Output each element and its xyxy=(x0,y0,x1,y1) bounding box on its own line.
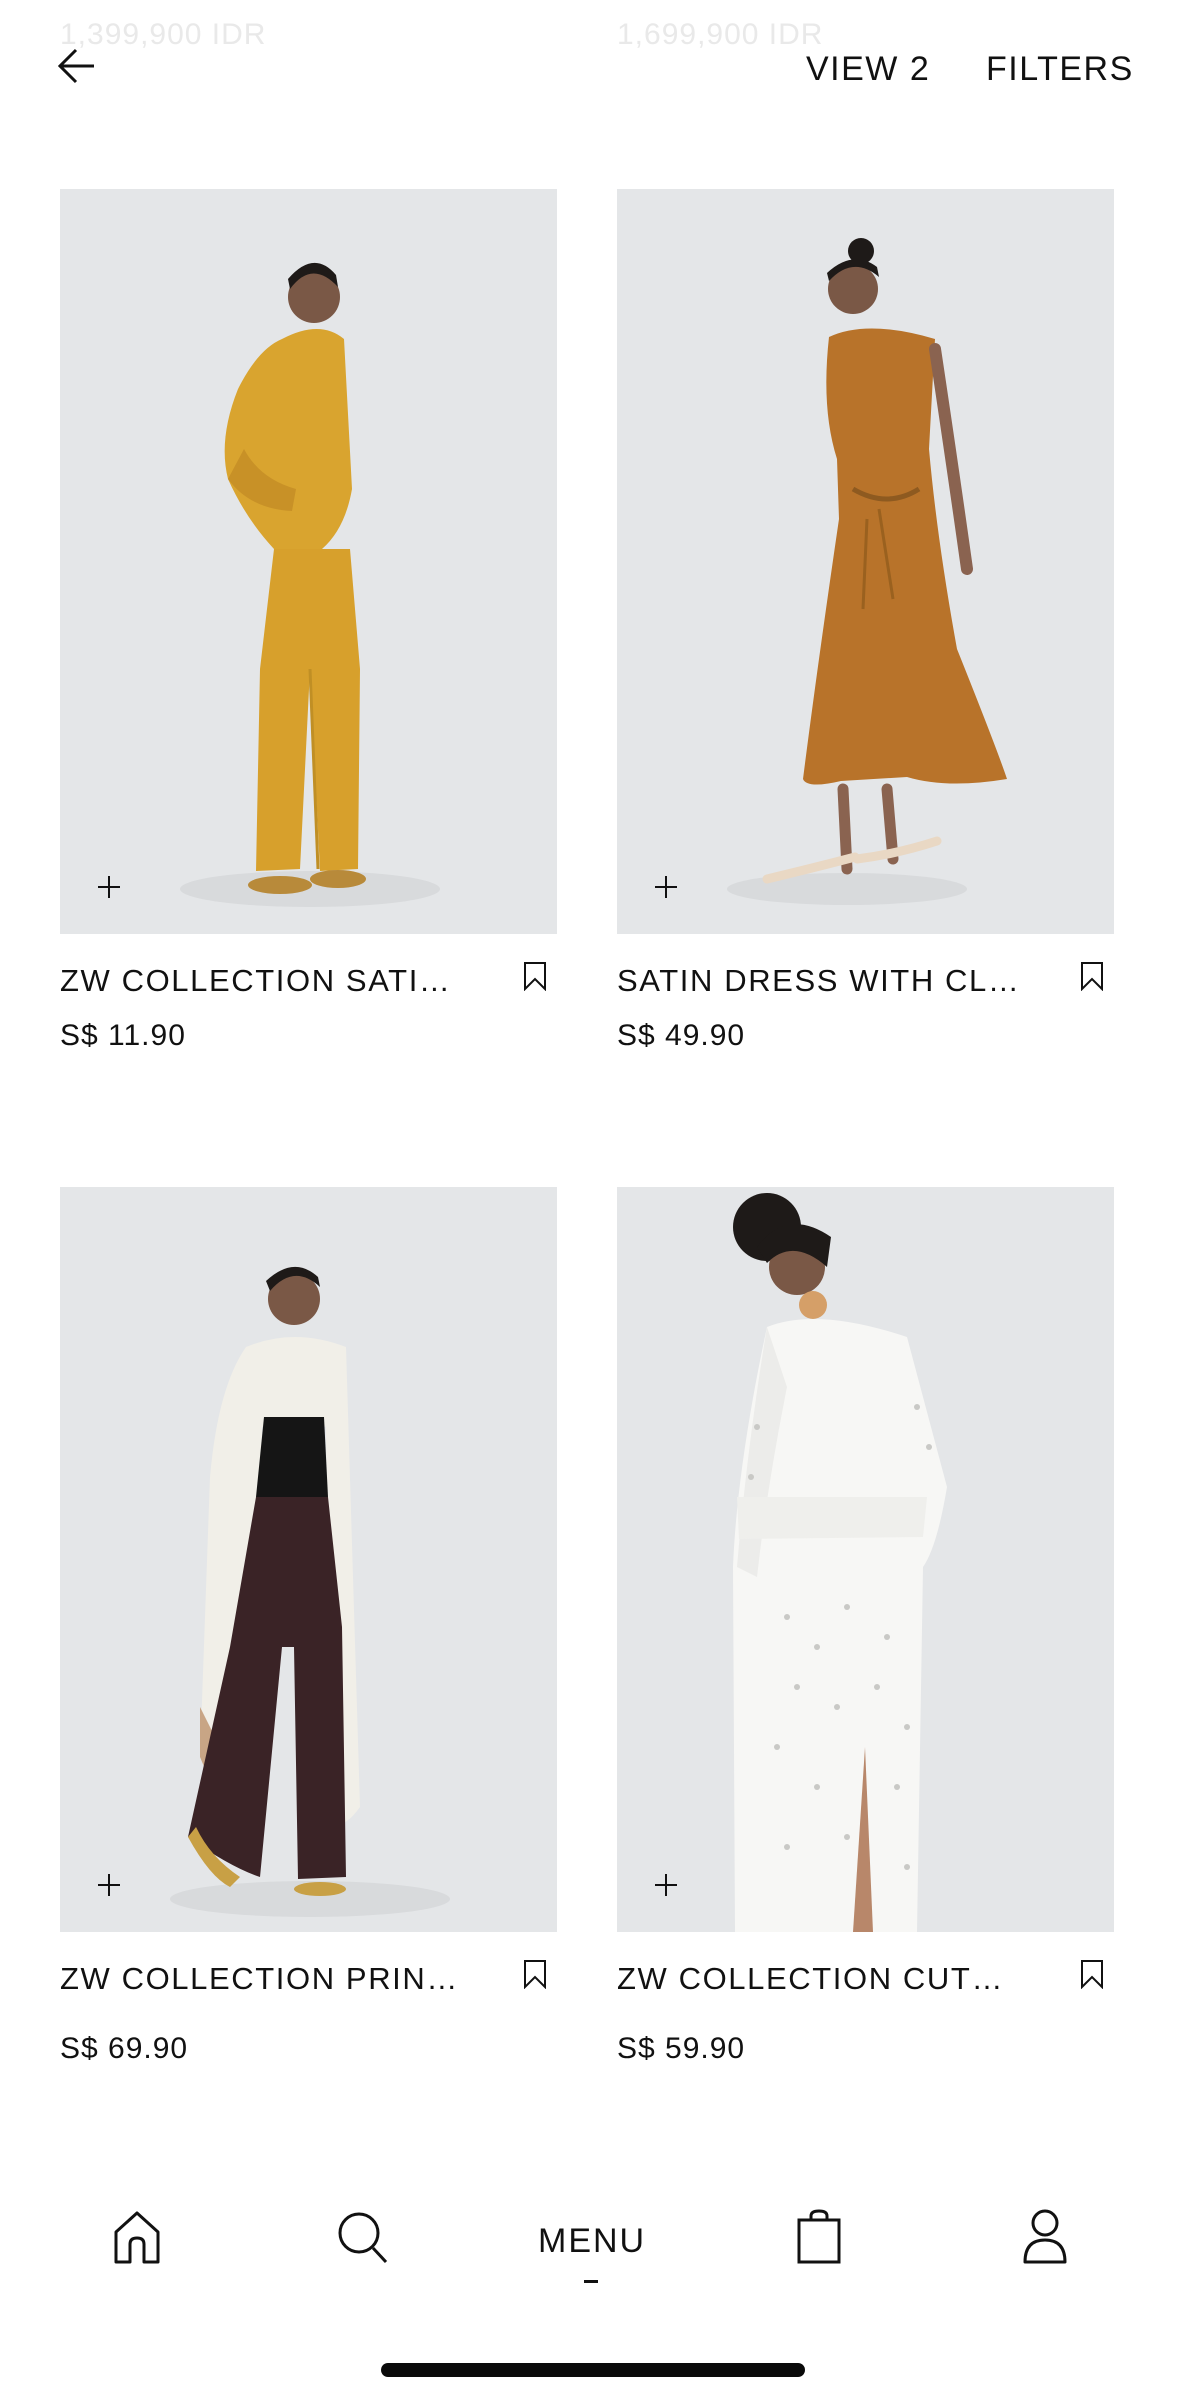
product-image[interactable] xyxy=(60,189,557,934)
bookmark-icon[interactable] xyxy=(1080,961,1104,991)
nav-home-button[interactable] xyxy=(112,2210,162,2271)
nav-menu-button[interactable]: MENU xyxy=(538,2222,647,2283)
product-image[interactable] xyxy=(617,189,1114,934)
product-card[interactable]: ZW COLLECTION PRINT... S$ 69.90 xyxy=(60,1187,557,2065)
add-to-cart-icon[interactable] xyxy=(653,874,679,900)
product-card[interactable]: ZW COLLECTION CUTW... S$ 59.90 xyxy=(617,1187,1114,2065)
search-icon xyxy=(338,2212,388,2264)
nav-account-button[interactable] xyxy=(1022,2208,1068,2271)
user-icon xyxy=(1023,2209,1067,2264)
home-indicator[interactable] xyxy=(381,2363,805,2377)
product-name[interactable]: ZW COLLECTION CUTW... xyxy=(617,1961,1027,1997)
back-arrow-icon xyxy=(57,48,94,84)
model-illustration xyxy=(617,1187,1114,1932)
product-price: S$ 11.90 xyxy=(60,1019,186,1052)
home-icon xyxy=(114,2211,160,2264)
product-price: S$ 59.90 xyxy=(617,2032,746,2065)
product-name[interactable]: ZW COLLECTION SATIN... xyxy=(60,963,470,999)
product-price: S$ 69.90 xyxy=(60,2032,189,2065)
product-card[interactable]: ZW COLLECTION SATIN... S$ 11.90 xyxy=(60,189,557,1052)
top-bar: VIEW 2 FILTERS xyxy=(0,0,1179,140)
model-illustration xyxy=(60,1187,557,1932)
product-name[interactable]: ZW COLLECTION PRINT... xyxy=(60,1961,470,1997)
product-name[interactable]: SATIN DRESS WITH CLASP xyxy=(617,963,1027,999)
add-to-cart-icon[interactable] xyxy=(96,1872,122,1898)
back-button[interactable] xyxy=(54,44,106,88)
bookmark-icon[interactable] xyxy=(523,961,547,991)
model-illustration xyxy=(60,189,557,934)
bookmark-icon[interactable] xyxy=(523,1959,547,1989)
product-price: S$ 49.90 xyxy=(617,1019,746,1052)
nav-cart-button[interactable] xyxy=(796,2208,842,2271)
bottom-navigation: MENU xyxy=(0,2180,1179,2320)
product-image[interactable] xyxy=(617,1187,1114,1932)
model-illustration xyxy=(617,189,1114,934)
nav-search-button[interactable] xyxy=(336,2210,390,2271)
view-toggle-button[interactable]: VIEW 2 xyxy=(806,50,930,89)
filters-button[interactable]: FILTERS xyxy=(986,50,1134,89)
product-image[interactable] xyxy=(60,1187,557,1932)
add-to-cart-icon[interactable] xyxy=(96,874,122,900)
add-to-cart-icon[interactable] xyxy=(653,1872,679,1898)
menu-active-indicator xyxy=(584,2280,598,2283)
menu-label: MENU xyxy=(538,2222,647,2260)
product-card[interactable]: SATIN DRESS WITH CLASP S$ 49.90 xyxy=(617,189,1114,1052)
bookmark-icon[interactable] xyxy=(1080,1959,1104,1989)
shopping-bag-icon xyxy=(797,2209,841,2264)
